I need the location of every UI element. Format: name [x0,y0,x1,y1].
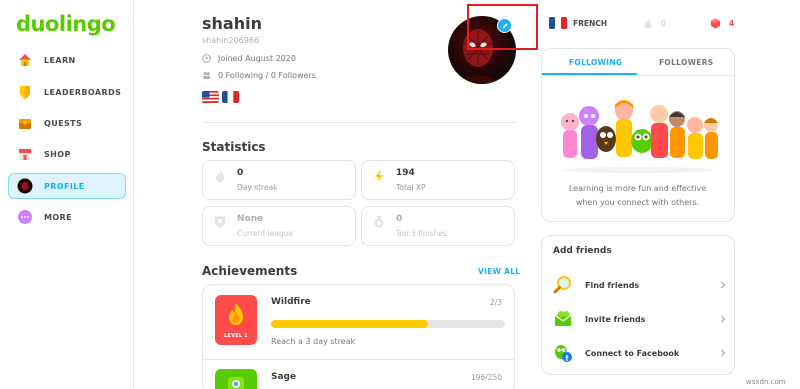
achievement-description: Reach a 3 day streak [271,337,356,346]
avatar-icon [17,178,33,194]
chevron-right-icon [721,281,726,289]
sage-badge-icon [215,369,257,389]
sidebar-item-more[interactable]: MORE [8,204,126,230]
find-friends-label: Find friends [585,280,640,290]
home-icon [17,52,33,68]
flame-icon [216,170,224,182]
shield-icon [215,216,225,228]
facebook-icon [555,345,572,362]
sidebar-item-shop[interactable]: SHOP [8,141,126,167]
characters-group-illustration [561,100,718,173]
stat-label: Top 3 finishes [396,229,447,238]
joined-row: Joined August 2020 [202,54,296,63]
add-friends-title: Add friends [553,246,612,256]
promo-text-line1: Learning is more fun and effective [568,184,707,193]
profile-name: shahin [202,14,262,33]
lightning-icon [375,170,383,182]
follow-counts-text: 0 Following / 0 Followers [218,71,316,80]
profile-username: shahin206966 [202,36,260,45]
us-flag-icon[interactable] [202,91,219,103]
invite-friends-row[interactable]: Invite friends [553,308,727,330]
header-divider [202,122,515,123]
sidebar-item-learn[interactable]: LEARN [8,47,126,73]
stat-card-xp: 194 Total XP [361,160,515,200]
shield-icon [17,84,33,100]
stat-label: Day streak [237,183,278,192]
stat-label: Current league [237,229,293,238]
achievement-divider [203,359,514,360]
more-dots-icon [17,209,33,225]
view-all-link[interactable]: VIEW ALL [478,267,520,276]
stat-card-league: None Current league [202,206,356,246]
magnifier-icon [553,276,571,294]
joined-text: Joined August 2020 [218,54,296,63]
achievement-name: Sage [271,372,297,382]
streak-indicator[interactable]: 0 [643,18,666,29]
shop-icon [17,146,33,162]
achievements-title: Achievements [202,264,298,278]
course-language[interactable]: FRENCH [573,19,607,28]
sidebar-item-label: QUESTS [44,118,83,128]
flame-icon [644,18,652,28]
stat-card-top3: 0 Top 3 finishes [361,206,515,246]
sidebar-item-label: MORE [44,212,72,222]
tab-followers[interactable]: FOLLOWERS [659,58,713,67]
stat-label: Total XP [396,183,426,192]
top-status-bar: FRENCH 0 4 [549,16,749,30]
promo-text-line2: when you connect with others. [575,198,700,207]
stat-value: 0 [237,168,244,178]
course-flags [202,91,239,103]
follow-panel: FOLLOWING FOLLOWERS Learning is more fun… [541,48,735,222]
stat-value: 194 [396,168,415,178]
achievements-list: LEVEL 1 Wildfire 2/3 Reach a 3 day strea… [202,284,515,389]
duolingo-logo[interactable]: duolingo [16,12,116,36]
gem-icon [710,18,720,28]
follow-counts-row: 0 Following / 0 Followers [202,71,316,80]
people-icon [203,72,211,80]
achievement-progress-fill [271,320,428,328]
tab-following[interactable]: FOLLOWING [569,58,622,67]
clock-icon [202,54,211,63]
highlight-annotation [467,4,538,50]
sidebar: duolingo LEARN LEADERBOARDS QUESTS SHOP [0,0,134,389]
achievement-name: Wildfire [271,297,311,307]
sidebar-item-label: LEADERBOARDS [44,87,122,97]
france-flag-icon[interactable] [549,17,567,29]
medal-icon [374,216,384,228]
connect-facebook-label: Connect to Facebook [585,348,680,358]
sidebar-item-label: SHOP [44,149,71,159]
sidebar-item-label: LEARN [44,55,76,65]
watermark: wsxdn.com [746,378,786,386]
achievement-progress-bar [271,320,505,328]
find-friends-row[interactable]: Find friends [553,274,727,296]
stat-value: None [237,214,264,224]
sidebar-item-label: PROFILE [44,181,85,191]
invite-friends-label: Invite friends [585,314,646,324]
sidebar-item-leaderboards[interactable]: LEADERBOARDS [8,79,126,105]
sidebar-item-profile[interactable]: PROFILE [8,173,126,199]
statistics-title: Statistics [202,140,266,154]
france-flag-icon[interactable] [222,91,239,103]
active-tab-indicator [542,73,637,75]
streak-count: 0 [661,18,666,28]
achievement-progress-text: 196/250 [470,373,502,382]
follow-tabs: FOLLOWING FOLLOWERS [542,49,733,76]
app-root: duolingo LEARN LEADERBOARDS QUESTS SHOP [0,0,800,389]
sidebar-item-quests[interactable]: QUESTS [8,110,126,136]
add-friends-panel: Add friends Find friends Invite friends … [541,235,735,375]
chevron-right-icon [721,349,726,357]
envelope-icon [554,311,572,326]
badge-level-label: LEVEL 1 [224,333,248,339]
gem-count: 4 [728,18,735,28]
stat-card-streak: 0 Day streak [202,160,356,200]
treasure-chest-icon [17,115,33,131]
gems-indicator[interactable]: 4 [710,18,734,29]
connect-facebook-row[interactable]: Connect to Facebook [553,342,727,364]
chevron-right-icon [721,315,726,323]
achievement-progress-text: 2/3 [489,298,502,307]
stat-value: 0 [396,214,403,224]
fire-badge-icon: LEVEL 1 [215,295,257,345]
